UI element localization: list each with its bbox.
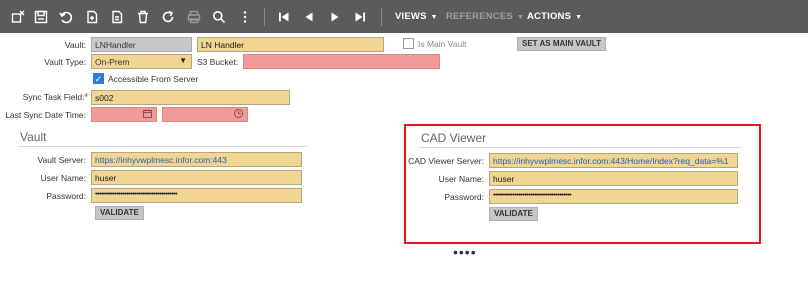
search-icon[interactable]: [211, 9, 227, 25]
next-record-icon[interactable]: [327, 9, 343, 25]
vault-server-field[interactable]: https://inhyvwplmesc.infor.com:443: [91, 152, 302, 167]
cad-viewer-section-title: CAD Viewer: [421, 131, 487, 145]
required-marker: *: [84, 92, 88, 102]
vault-user-name-label: User Name:: [40, 173, 86, 183]
calendar-icon[interactable]: [143, 109, 152, 120]
cad-viewer-server-label: CAD Viewer Server:: [408, 156, 484, 166]
cad-password-label: Password:: [444, 192, 484, 202]
vault-label: Vault:: [64, 40, 86, 50]
more-options-icon[interactable]: [237, 9, 253, 25]
cad-viewer-server-field[interactable]: https://inhyvwplmesc.infor.com:443/Home/…: [489, 153, 738, 168]
accessible-from-server-checkbox[interactable]: ✓: [93, 73, 104, 84]
vault-user-name-field[interactable]: huser: [91, 170, 302, 185]
last-sync-time-field[interactable]: [162, 107, 248, 122]
vault-code-field: LNHandler: [91, 37, 192, 52]
is-main-vault-label: Is Main Vault: [418, 39, 467, 49]
accessible-from-server-label: Accessible From Server: [108, 74, 199, 84]
sync-task-field-label-text: Sync Task Field:: [22, 92, 85, 102]
references-menu: REFERENCES ▼: [446, 11, 524, 22]
chevron-down-icon: ▼: [575, 14, 583, 21]
views-menu-label: VIEWS: [395, 11, 427, 22]
copy-icon[interactable]: [109, 9, 125, 25]
vault-server-label: Vault Server:: [37, 155, 86, 165]
last-sync-date-field[interactable]: [91, 107, 157, 122]
new-record-icon[interactable]: [84, 9, 100, 25]
cad-viewer-section-divider: [419, 147, 741, 148]
cad-password-field[interactable]: ••••••••••••••••••••••••••••••••••••••••: [489, 189, 738, 204]
vault-password-label: Password:: [46, 191, 86, 201]
cad-user-name-field[interactable]: huser: [489, 171, 738, 186]
vault-type-label: Vault Type:: [44, 57, 86, 67]
clock-icon[interactable]: [234, 109, 243, 120]
toolbar-divider: [381, 8, 382, 26]
print-icon: [186, 9, 202, 25]
checkmark-icon: ✓: [94, 74, 103, 84]
cad-user-name-label: User Name:: [438, 174, 484, 184]
references-menu-label: REFERENCES: [446, 11, 513, 22]
vault-name-field[interactable]: LN Handler: [197, 37, 384, 52]
s3-bucket-label: S3 Bucket:: [197, 57, 239, 67]
cad-validate-button[interactable]: VALIDATE: [489, 207, 538, 221]
views-menu[interactable]: VIEWS ▼: [395, 11, 438, 22]
sync-task-field-label: Sync Task Field:*: [0, 92, 88, 102]
vault-section-title: Vault: [20, 130, 47, 144]
is-main-vault-checkbox[interactable]: [403, 38, 414, 49]
delete-icon[interactable]: [135, 9, 151, 25]
refresh-icon[interactable]: [160, 9, 176, 25]
vault-password-field[interactable]: ••••••••••••••••••••••••••••••••••••••••…: [91, 188, 302, 203]
first-record-icon[interactable]: [276, 9, 292, 25]
sync-task-field-input[interactable]: s002: [91, 90, 290, 105]
actions-menu-label: ACTIONS: [527, 11, 572, 22]
vault-validate-button[interactable]: VALIDATE: [95, 206, 144, 220]
last-sync-date-time-label: Last Sync Date Time:: [5, 110, 86, 120]
s3-bucket-field[interactable]: [243, 54, 440, 69]
vault-type-select[interactable]: On-Prem ▼: [91, 54, 192, 69]
chevron-down-icon: ▼: [430, 14, 438, 21]
chevron-down-icon: ▼: [179, 56, 187, 65]
set-main-vault-button[interactable]: SET AS MAIN VAULT: [517, 37, 606, 51]
previous-record-icon[interactable]: [301, 9, 317, 25]
more-indicator[interactable]: ••••: [453, 244, 477, 260]
chevron-down-icon: ▼: [516, 14, 525, 21]
last-record-icon[interactable]: [352, 9, 368, 25]
toolbar: VIEWS ▼ REFERENCES ▼ ACTIONS ▼: [0, 0, 808, 33]
save-icon[interactable]: [33, 9, 49, 25]
close-record-icon[interactable]: [10, 9, 26, 25]
vault-type-value: On-Prem: [95, 57, 130, 67]
vault-section-divider: [18, 146, 308, 147]
actions-menu[interactable]: ACTIONS ▼: [527, 11, 582, 22]
toolbar-divider: [264, 8, 265, 26]
undo-icon[interactable]: [58, 9, 74, 25]
